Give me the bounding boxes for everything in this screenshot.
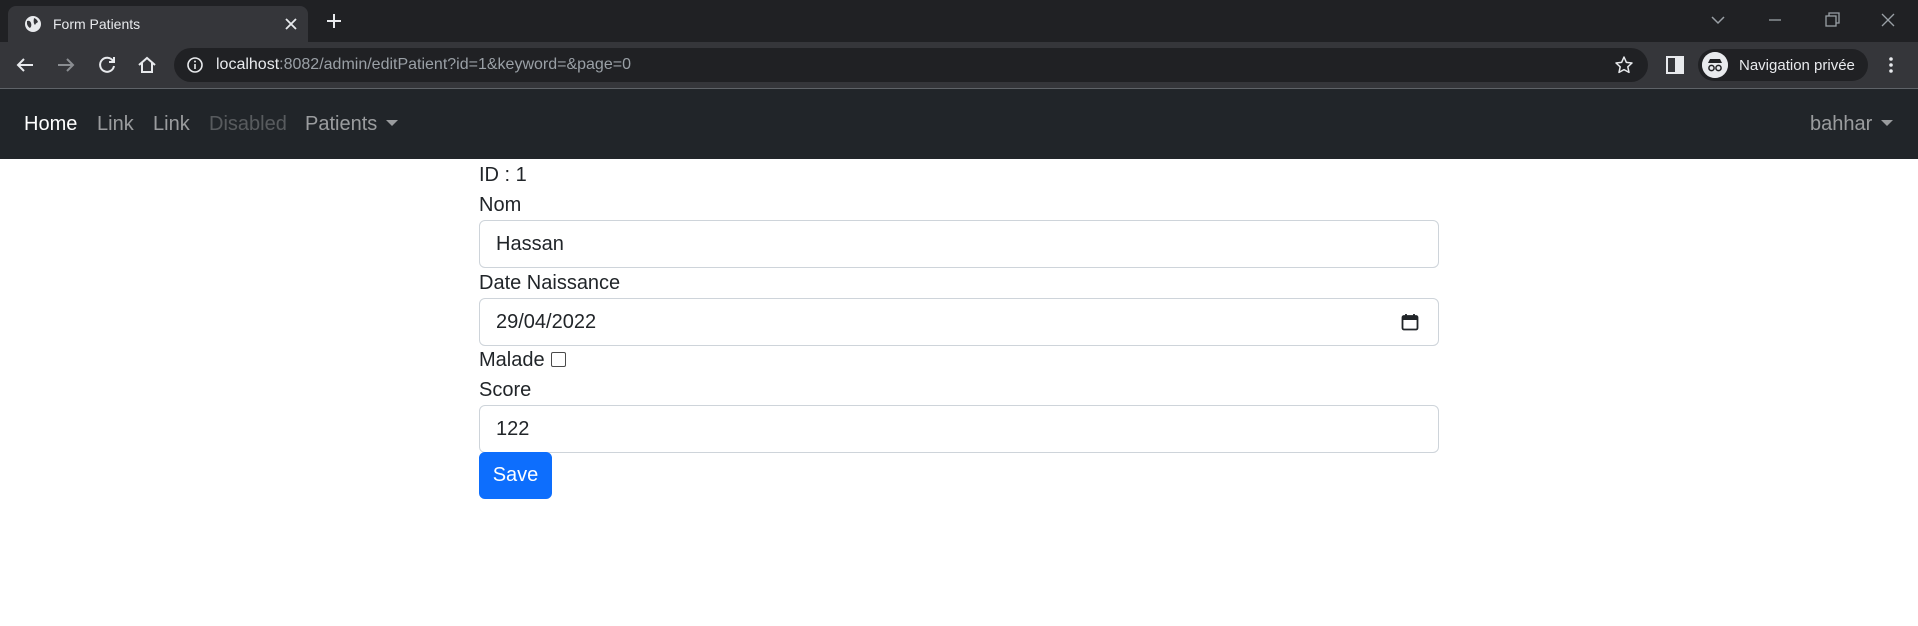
- close-icon[interactable]: [1877, 9, 1899, 31]
- chevron-down-icon[interactable]: [1707, 9, 1729, 31]
- nav-link-1[interactable]: Link: [97, 113, 134, 136]
- tab-title: Form Patients: [53, 16, 141, 32]
- nav-link-2[interactable]: Link: [153, 113, 190, 136]
- kebab-menu-icon[interactable]: [1880, 54, 1902, 76]
- profile-label: Navigation privée: [1739, 57, 1855, 74]
- user-menu-dropdown[interactable]: bahhar: [1810, 113, 1894, 136]
- save-button[interactable]: Save: [479, 452, 552, 499]
- restore-icon[interactable]: [1821, 9, 1843, 31]
- close-icon[interactable]: [282, 15, 300, 33]
- home-icon[interactable]: [136, 54, 158, 76]
- chevron-down-icon: [386, 119, 399, 126]
- browser-tabstrip: Form Patients: [0, 0, 1918, 42]
- malade-label: Malade: [479, 349, 545, 371]
- side-panel-icon[interactable]: [1664, 54, 1686, 76]
- date-value: 29/04/2022: [496, 311, 597, 333]
- browser-toolbar: localhost:8082/admin/editPatient?id=1&ke…: [0, 42, 1918, 88]
- user-name: bahhar: [1810, 113, 1873, 135]
- incognito-icon: [1702, 52, 1728, 78]
- nom-input[interactable]: [479, 220, 1439, 268]
- url-text[interactable]: localhost:8082/admin/editPatient?id=1&ke…: [216, 56, 631, 74]
- nav-home[interactable]: Home: [24, 113, 77, 136]
- reload-icon[interactable]: [96, 54, 118, 76]
- malade-checkbox[interactable]: [551, 352, 566, 367]
- nav-patients-dropdown[interactable]: Patients: [305, 113, 399, 136]
- nom-label: Nom: [479, 194, 522, 216]
- browser-tab[interactable]: Form Patients: [8, 6, 308, 42]
- score-label: Score: [479, 379, 532, 401]
- patient-id: ID : 1: [479, 164, 527, 186]
- date-naissance-label: Date Naissance: [479, 272, 621, 294]
- incognito-profile-button[interactable]: Navigation privée: [1698, 49, 1868, 81]
- globe-icon: [25, 16, 41, 32]
- back-icon[interactable]: [14, 54, 36, 76]
- chevron-down-icon: [1881, 119, 1894, 126]
- date-naissance-input[interactable]: 29/04/2022: [479, 298, 1439, 346]
- minimize-icon[interactable]: [1764, 9, 1786, 31]
- address-bar[interactable]: localhost:8082/admin/editPatient?id=1&ke…: [174, 48, 1648, 82]
- navbar: Home Link Link Disabled Patients bahhar: [0, 89, 1918, 159]
- calendar-icon[interactable]: [1400, 312, 1420, 332]
- star-icon[interactable]: [1614, 55, 1634, 75]
- plus-icon[interactable]: [324, 11, 344, 31]
- info-icon[interactable]: [186, 56, 204, 74]
- forward-icon[interactable]: [55, 54, 77, 76]
- score-input[interactable]: [479, 405, 1439, 453]
- nav-disabled: Disabled: [209, 113, 287, 135]
- url-host: localhost: [216, 56, 280, 73]
- url-path: :8082/admin/editPatient?id=1&keyword=&pa…: [279, 56, 631, 73]
- nav-patients-label: Patients: [305, 113, 378, 135]
